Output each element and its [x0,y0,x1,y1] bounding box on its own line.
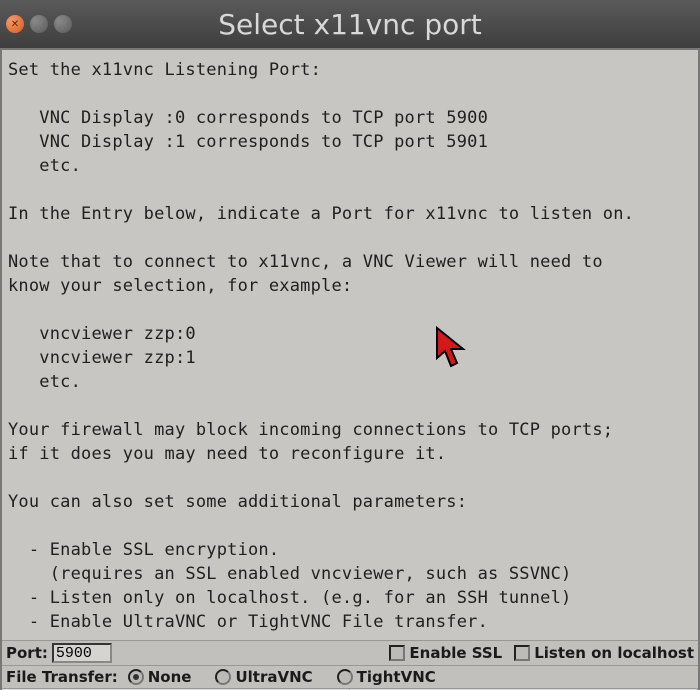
file-transfer-tightvnc-radio[interactable]: TightVNC [337,668,436,686]
window-close-button[interactable]: ✕ [6,15,24,33]
file-transfer-ultravnc-radio[interactable]: UltraVNC [215,668,312,686]
radio-icon [215,669,231,685]
listen-localhost-checkbox[interactable]: Listen on localhost [514,644,694,662]
titlebar: ✕ Select x11vnc port [0,0,700,48]
window-maximize-button[interactable] [54,15,72,33]
file-transfer-row: File Transfer: None UltraVNC TightVNC [2,666,698,689]
port-label: Port: [6,644,48,662]
file-transfer-none-radio[interactable]: None [128,668,192,686]
file-transfer-ultravnc-label: UltraVNC [235,668,312,686]
enable-ssl-label: Enable SSL [409,644,502,662]
file-transfer-label: File Transfer: [6,668,118,686]
radio-icon [128,669,144,685]
checkbox-icon [514,645,530,661]
port-row: Port: Enable SSL Listen on localhost [2,640,698,666]
window-minimize-button[interactable] [30,15,48,33]
file-transfer-none-label: None [148,668,192,686]
enable-ssl-checkbox[interactable]: Enable SSL [389,644,502,662]
file-transfer-tightvnc-label: TightVNC [357,668,436,686]
window-title: Select x11vnc port [0,8,700,41]
port-input[interactable] [52,643,112,663]
radio-icon [337,669,353,685]
dialog-body-text: Set the x11vnc Listening Port: VNC Displ… [2,50,698,640]
checkbox-icon [389,645,405,661]
dialog-frame: Set the x11vnc Listening Port: VNC Displ… [0,48,700,690]
listen-localhost-label: Listen on localhost [534,644,694,662]
